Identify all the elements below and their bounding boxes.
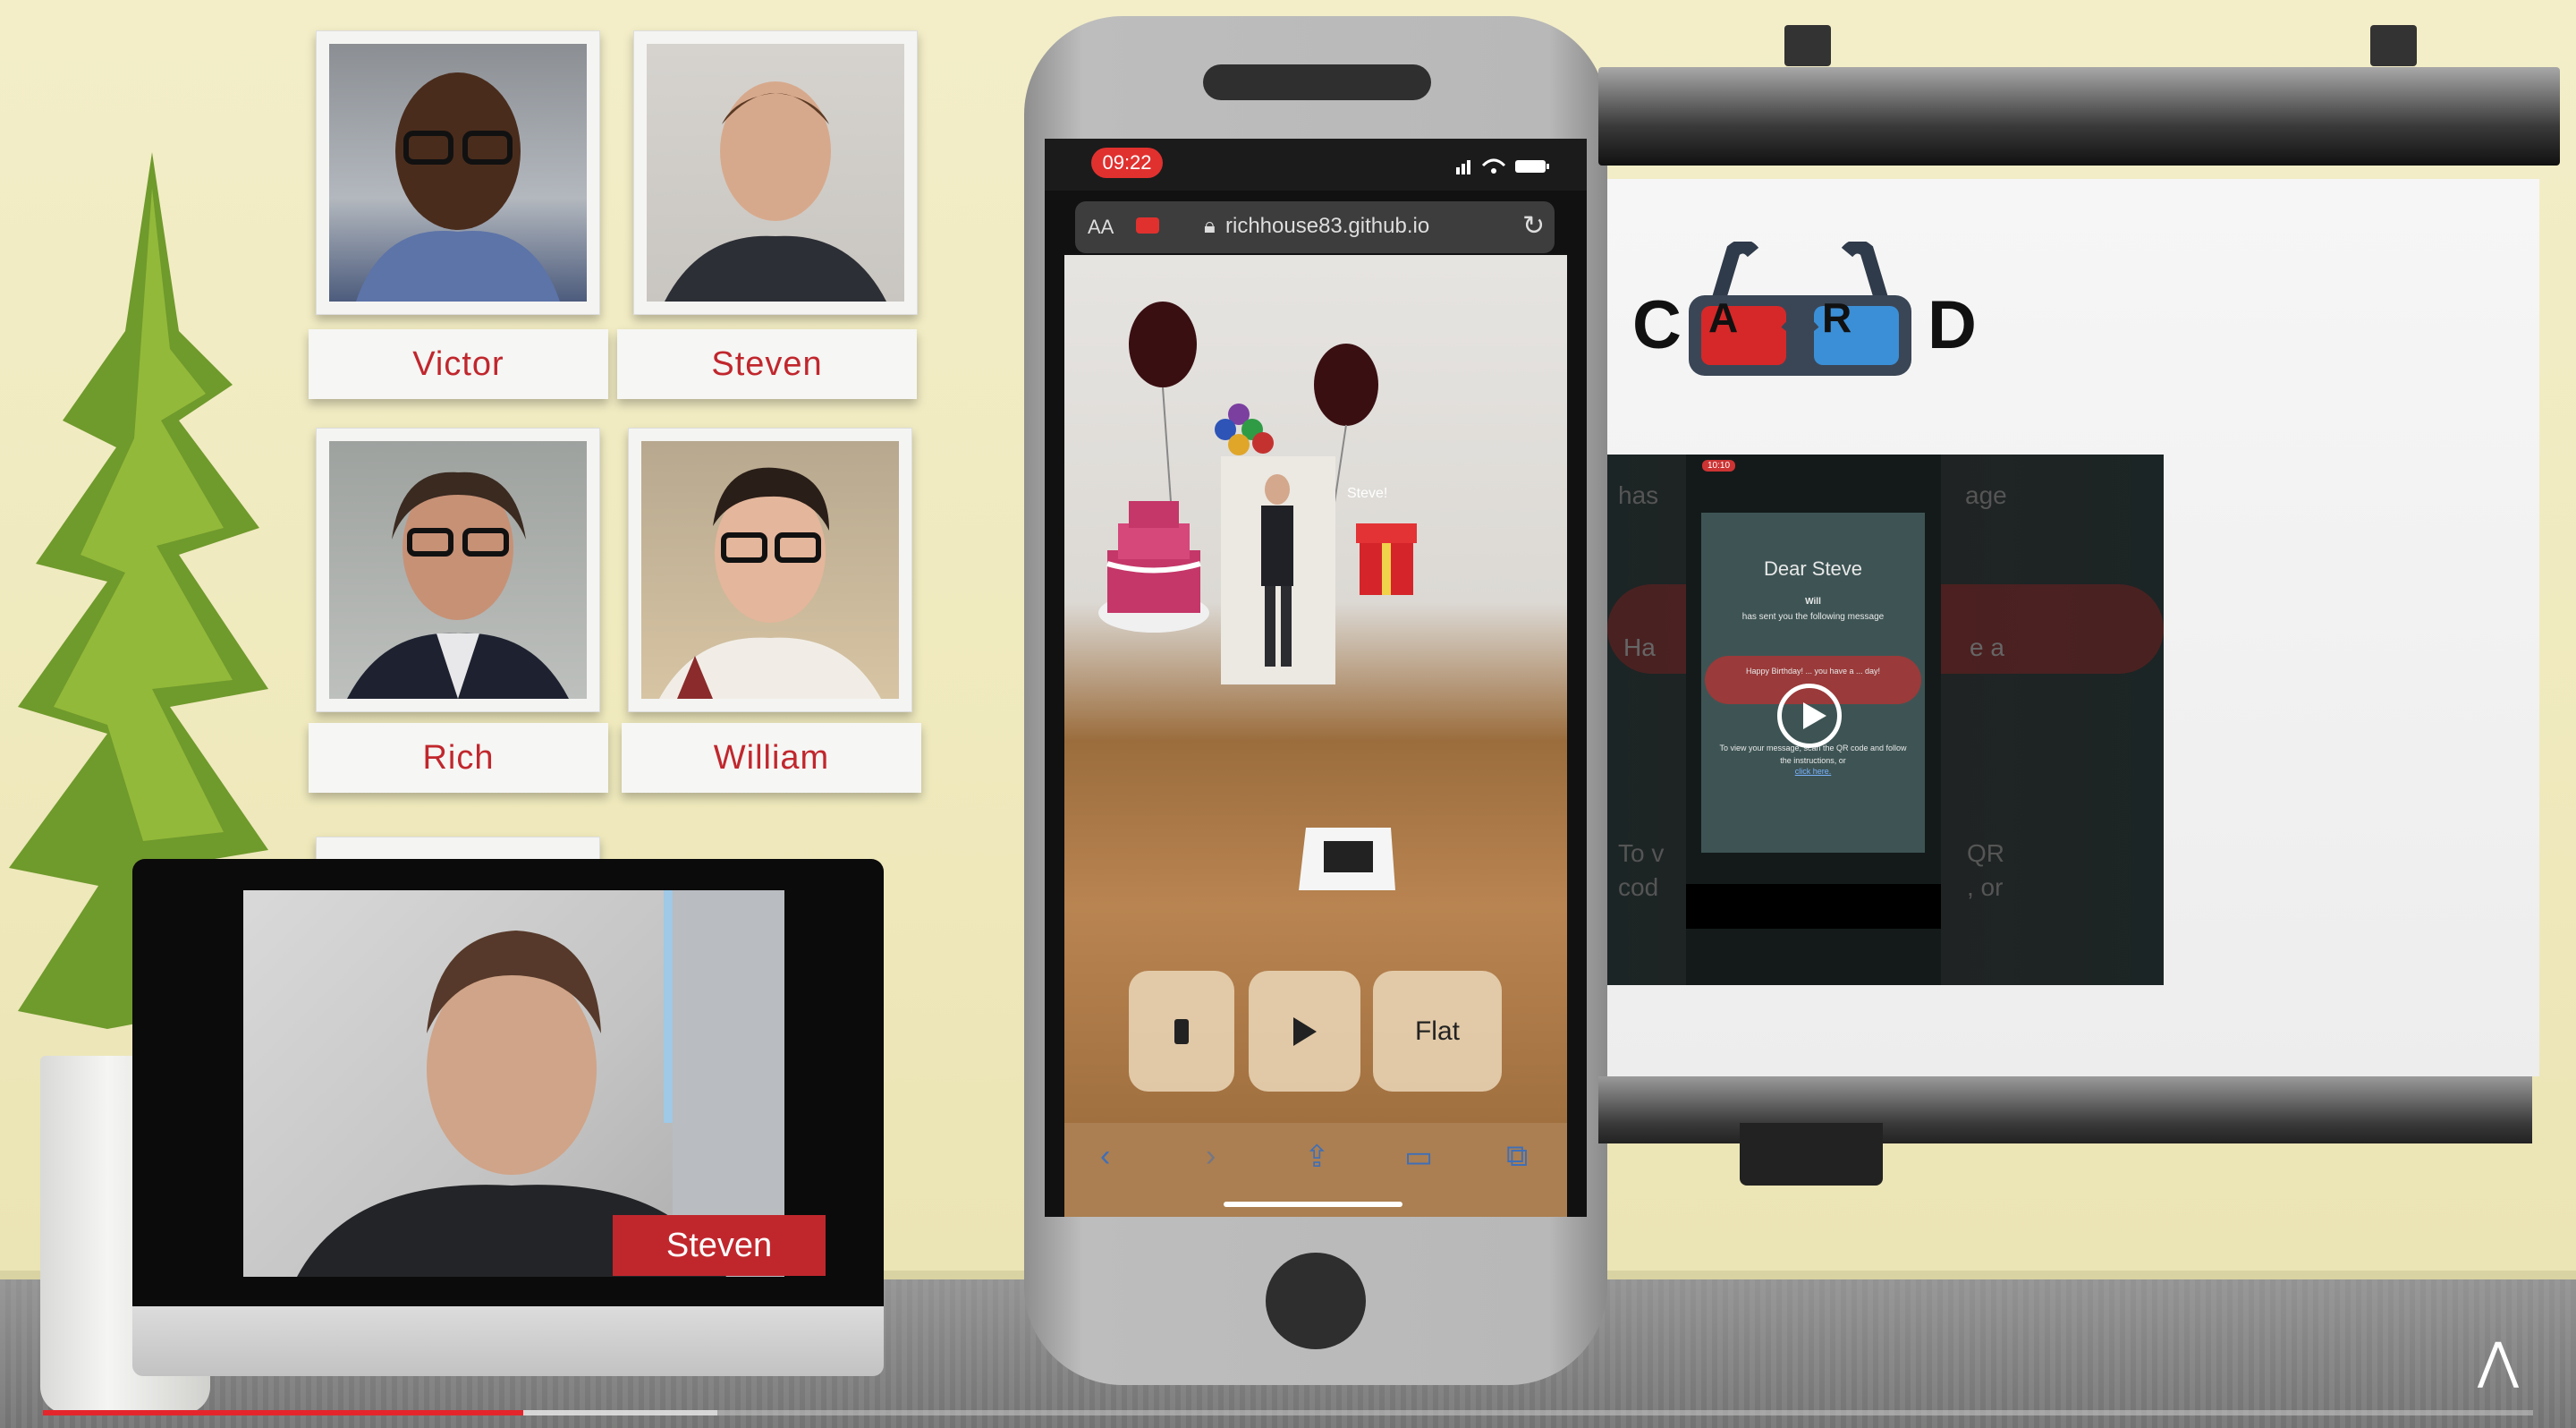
tabs-icon[interactable]: ⧉ (1506, 1139, 1528, 1174)
participant-photo-steven (633, 30, 918, 315)
home-indicator (1224, 1202, 1402, 1207)
ar-scene-illustration (1098, 302, 1417, 890)
participant-label-rich: Rich (309, 723, 608, 793)
projector-hook-left (1784, 25, 1831, 66)
participant-photo-rich (316, 428, 600, 712)
video-phone-bar (1686, 884, 1941, 929)
logo-letter-d: D (1928, 287, 1977, 363)
video-progress-played (43, 1410, 524, 1415)
forward-icon[interactable]: › (1206, 1139, 1216, 1174)
bg-text-7: cod (1618, 873, 1659, 901)
logo-letter-r: R (1822, 294, 1852, 341)
bg-text-2: age (1965, 481, 2007, 509)
safari-url-bar[interactable]: AA 🔒︎ richhouse83.github.io ↻ (1075, 201, 1555, 253)
video-sender: Will (1805, 597, 1821, 607)
video-phone-time: 10:10 (1702, 460, 1736, 472)
participant-label-victor: Victor (309, 329, 608, 399)
participant-photo-victor (316, 30, 600, 315)
chevron-up-icon[interactable]: ⋀ (2478, 1331, 2519, 1390)
play-icon (1292, 1016, 1317, 1046)
status-time: 09:22 (1091, 148, 1163, 178)
speaker-name-tag: Steven (613, 1215, 826, 1276)
bg-text-6: QR (1967, 839, 2004, 867)
logo-letter-c: C (1632, 287, 1682, 363)
signal-wifi-battery-icon (1456, 158, 1549, 174)
person-avatar-icon (665, 81, 886, 302)
monitor-chin (132, 1306, 884, 1376)
bookmarks-icon[interactable]: ▭ (1404, 1139, 1433, 1175)
device-mode-button[interactable] (1129, 971, 1234, 1092)
bg-text-1: has (1618, 481, 1659, 509)
video-play-button[interactable] (1777, 684, 1842, 748)
video-link[interactable]: click here. (1701, 767, 1925, 776)
participant-label-steven: Steven (617, 329, 917, 399)
projector-stand (1740, 1123, 1883, 1186)
phone-icon (1174, 1018, 1189, 1044)
projector-housing (1598, 67, 2560, 166)
participant-photo-william (628, 428, 912, 712)
video-message-card: Dear Steve Will has sent you the followi… (1701, 513, 1925, 853)
person-avatar-icon (659, 467, 881, 699)
url-text[interactable]: richhouse83.github.io (1225, 214, 1429, 239)
bg-text-4: e a (1970, 633, 2004, 661)
ar-name-label: Steve! (1347, 486, 1388, 501)
play-button[interactable] (1249, 971, 1360, 1092)
play-icon (1803, 702, 1826, 729)
phone-speaker (1203, 64, 1431, 100)
bg-text-5: To v (1618, 839, 1665, 867)
flat-mode-button[interactable]: Flat (1373, 971, 1502, 1092)
reload-icon[interactable]: ↻ (1522, 210, 1545, 242)
lock-icon: 🔒︎ (1204, 214, 1216, 238)
back-icon[interactable]: ‹ (1100, 1139, 1110, 1174)
projector-bottom-bar (1598, 1076, 2532, 1143)
video-greeting: Dear Steve (1763, 557, 1863, 580)
bg-text-3: Ha (1623, 633, 1656, 661)
logo-letter-a: A (1708, 294, 1739, 341)
card-logo: C A R D (1632, 242, 1977, 376)
recording-icon (1136, 217, 1159, 234)
video-sent-line: has sent you the following message (1741, 612, 1885, 622)
projector-hook-right (2370, 25, 2417, 66)
video-progress-track[interactable] (43, 1410, 2533, 1415)
embedded-video[interactable]: has age Ha e a To v QR cod , or 10:10 De… (1607, 455, 2164, 985)
person-avatar-icon (347, 472, 569, 699)
phone-status-bar: 09:22 (1045, 139, 1587, 191)
phone-screen: 09:22 AA 🔒︎ richhouse83.github.io ↻ Stev… (1045, 139, 1587, 1217)
phone-home-button (1266, 1253, 1366, 1349)
text-size-button[interactable]: AA (1088, 216, 1114, 239)
bg-text-8: , or (1967, 873, 2004, 901)
person-avatar-icon (356, 72, 560, 302)
participant-label-william: William (622, 723, 921, 793)
share-icon[interactable]: ⇪ (1304, 1139, 1330, 1175)
